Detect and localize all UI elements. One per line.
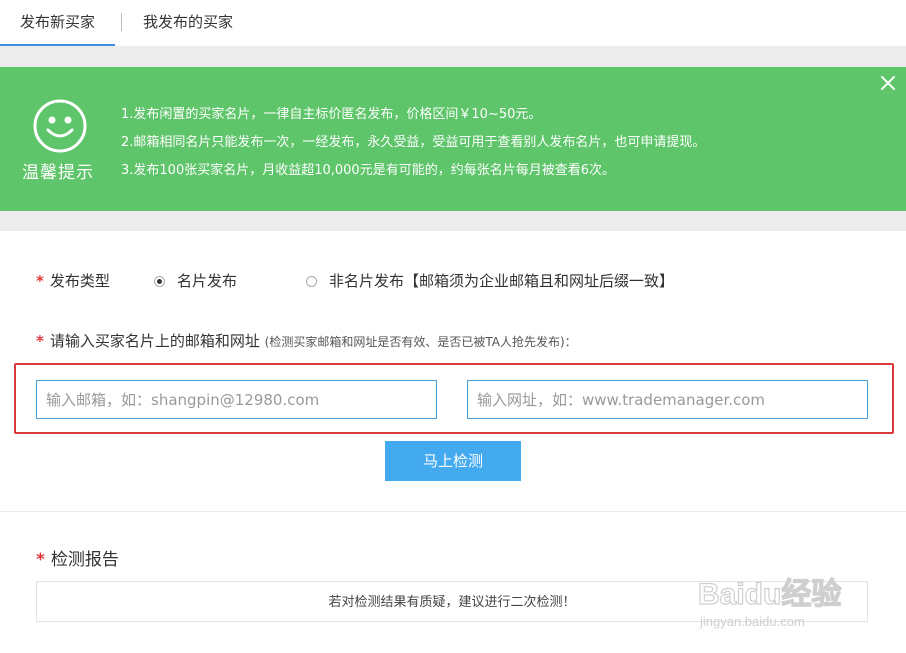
publish-type-label: * 发布类型 bbox=[36, 272, 110, 290]
email-input[interactable] bbox=[36, 380, 437, 419]
radio-card-publish[interactable] bbox=[154, 276, 165, 287]
required-mark: * bbox=[36, 272, 44, 290]
svg-text:jingyan.baidu.com: jingyan.baidu.com bbox=[699, 614, 805, 629]
tip-line-2: 2.邮箱相同名片只能发布一次，一经发布，永久受益，受益可用于查看别人发布名片，也… bbox=[121, 135, 706, 150]
report-title: * 检测报告 bbox=[36, 550, 119, 570]
input-hint: (检测买家邮箱和网址是否有效、是否已被TA人抢先发布)： bbox=[264, 335, 577, 349]
radio-non-card-publish[interactable] bbox=[306, 276, 317, 287]
option-non-card-publish-label[interactable]: 非名片发布【邮箱须为企业邮箱且和网址后缀一致】 bbox=[329, 270, 674, 291]
check-now-button[interactable]: 马上检测 bbox=[385, 441, 521, 481]
tip-text: 1.发布闲置的买家名片，一律自主标价匿名发布，价格区间￥10~50元。 2.邮箱… bbox=[121, 101, 705, 185]
tip-line-3: 3.发布100张买家名片，月收益超10,000元是有可能的，约每张名片每月被查看… bbox=[121, 163, 615, 178]
required-mark: * bbox=[36, 332, 44, 350]
tab-my-published-buyers[interactable]: 我发布的买家 bbox=[143, 0, 233, 46]
close-icon[interactable] bbox=[878, 73, 898, 93]
url-input[interactable] bbox=[467, 380, 868, 419]
tip-line-1: 1.发布闲置的买家名片，一律自主标价匿名发布，价格区间￥10~50元。 bbox=[121, 107, 542, 122]
baidu-jingyan-watermark: Baidu经验 jingyan.baidu.com bbox=[698, 576, 842, 629]
tab-divider bbox=[121, 13, 122, 31]
option-card-publish-label[interactable]: 名片发布 bbox=[177, 270, 237, 291]
svg-text:Baidu经验: Baidu经验 bbox=[698, 577, 841, 611]
tab-publish-new-buyer[interactable]: 发布新买家 bbox=[0, 0, 116, 46]
tab-bar: 发布新买家 我发布的买家 bbox=[0, 0, 906, 46]
smiley-icon bbox=[33, 99, 87, 153]
input-section-label: * 请输入买家名片上的邮箱和网址 (检测买家邮箱和网址是否有效、是否已被TA人抢先… bbox=[36, 332, 577, 350]
tip-caption: 温馨提示 bbox=[22, 163, 94, 183]
required-mark: * bbox=[36, 550, 45, 570]
